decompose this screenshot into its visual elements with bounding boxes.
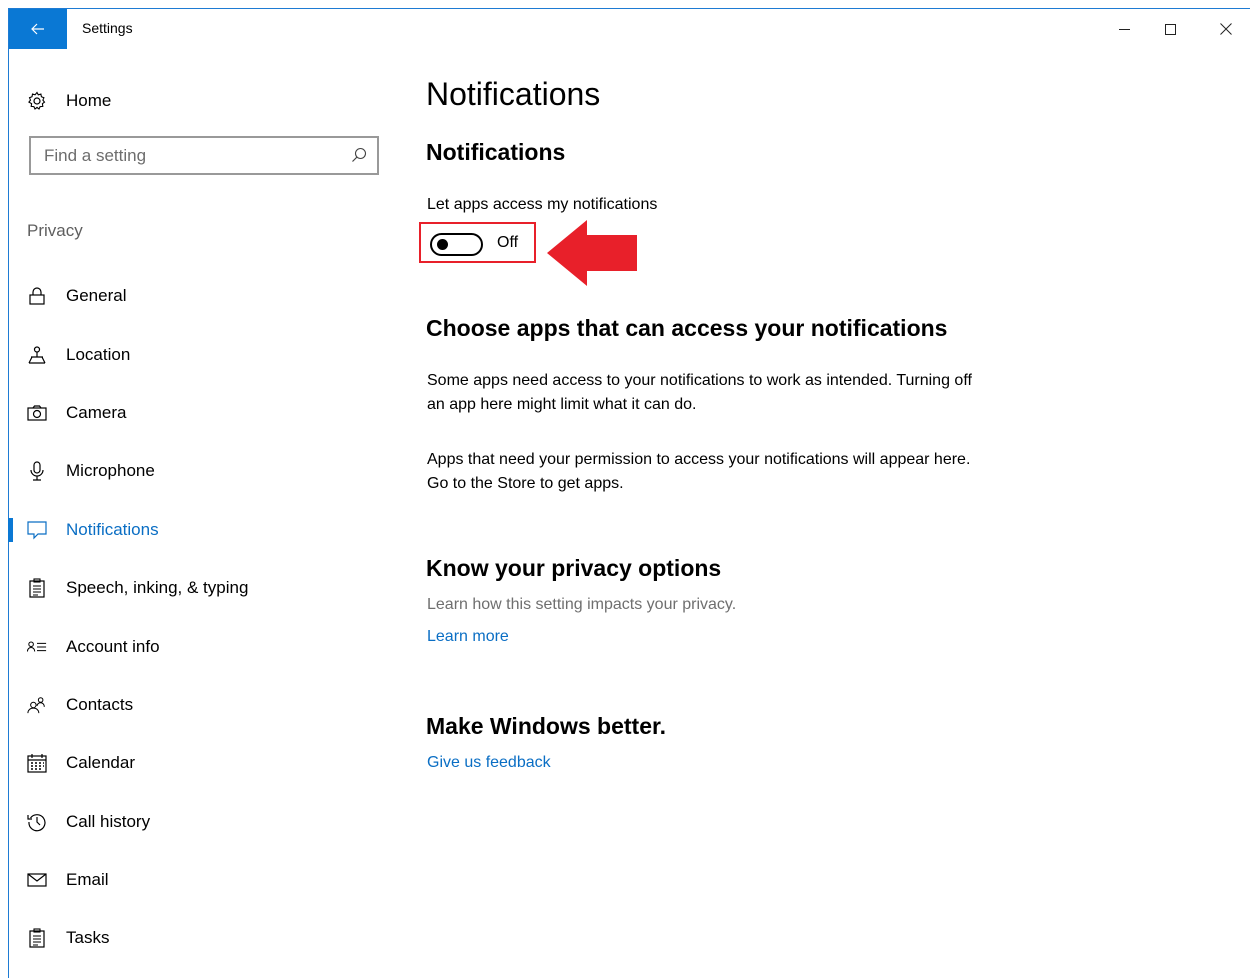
sidebar-item-label: Speech, inking, & typing	[66, 578, 249, 598]
sidebar-item-calendar[interactable]: Calendar	[9, 734, 409, 792]
sidebar-item-label: Microphone	[66, 461, 155, 481]
title-bar: Settings	[9, 9, 1250, 49]
camera-icon	[27, 403, 47, 423]
sidebar-item-tasks[interactable]: Tasks	[9, 909, 409, 967]
toggle-knob	[437, 239, 448, 250]
sidebar-item-camera[interactable]: Camera	[9, 384, 409, 442]
sidebar-item-general[interactable]: General	[9, 267, 409, 325]
sidebar-item-notifications[interactable]: Notifications	[8, 501, 409, 559]
close-button[interactable]	[1201, 9, 1250, 49]
privacy-nav-list: General Location Camera Microphone Notif…	[8, 267, 409, 968]
main-content: Notifications Notifications Let apps acc…	[409, 49, 1249, 978]
microphone-icon	[27, 461, 47, 481]
lock-icon	[27, 286, 47, 306]
speech-icon	[27, 578, 47, 598]
highlight-frame: Off	[419, 222, 536, 263]
sidebar-item-email[interactable]: Email	[9, 851, 409, 909]
settings-window: Settings Home Privacy	[8, 8, 1250, 978]
sidebar-item-microphone[interactable]: Microphone	[9, 442, 409, 500]
make-windows-better-heading: Make Windows better.	[426, 713, 667, 739]
back-arrow-icon	[31, 23, 44, 35]
gear-icon	[28, 91, 46, 110]
privacy-options-heading: Know your privacy options	[426, 555, 722, 581]
page-title: Notifications	[426, 76, 601, 112]
toggle-state-label: Off	[497, 234, 519, 251]
red-arrow-annotation	[547, 220, 637, 286]
give-feedback-link[interactable]: Give us feedback	[427, 754, 551, 772]
learn-more-link[interactable]: Learn more	[427, 628, 509, 646]
tasks-icon	[27, 928, 47, 949]
search-input[interactable]	[31, 138, 341, 173]
sidebar-item-account-info[interactable]: Account info	[9, 617, 409, 675]
notifications-access-label: Let apps access my notifications	[427, 196, 658, 213]
maximize-button[interactable]	[1145, 9, 1195, 49]
sidebar-item-label: Tasks	[66, 928, 110, 948]
sidebar-item-speech[interactable]: Speech, inking, & typing	[9, 559, 409, 617]
notification-icon	[27, 520, 47, 540]
account-info-icon	[27, 637, 47, 657]
sidebar-item-label: Calendar	[66, 753, 135, 773]
app-title: Settings	[82, 20, 133, 36]
sidebar-item-label: Camera	[66, 402, 127, 422]
choose-apps-heading: Choose apps that can access your notific…	[426, 315, 948, 341]
sidebar-item-label: Call history	[66, 811, 151, 831]
history-icon	[27, 812, 47, 832]
apps-permission-note: Apps that need your permission to access…	[427, 451, 971, 492]
maximize-icon	[1164, 23, 1176, 35]
home-nav-item[interactable]: Home	[27, 89, 111, 113]
sidebar-item-label: Location	[66, 344, 131, 364]
sidebar: Home Privacy General Location	[8, 49, 409, 978]
minimize-button[interactable]	[1099, 9, 1149, 49]
sidebar-item-label: General	[66, 286, 127, 306]
sidebar-item-label: Notifications	[66, 519, 159, 539]
sidebar-item-label: Account info	[66, 636, 160, 656]
notifications-access-toggle[interactable]	[430, 233, 483, 256]
sidebar-item-label: Email	[66, 870, 109, 890]
notifications-heading: Notifications	[426, 139, 566, 165]
search-box[interactable]	[29, 136, 379, 175]
back-button[interactable]	[9, 9, 67, 49]
sidebar-item-location[interactable]: Location	[9, 325, 409, 383]
choose-apps-description: Some apps need access to your notificati…	[427, 372, 972, 413]
sidebar-item-label: Contacts	[66, 694, 134, 714]
calendar-icon	[27, 753, 47, 773]
email-icon	[27, 870, 47, 890]
minimize-icon	[1118, 28, 1130, 30]
sidebar-item-call-history[interactable]: Call history	[9, 793, 409, 851]
home-label: Home	[66, 91, 112, 110]
search-icon[interactable]	[351, 147, 367, 163]
close-icon	[1220, 23, 1232, 35]
contacts-icon	[27, 695, 47, 715]
privacy-description: Learn how this setting impacts your priv…	[427, 596, 737, 613]
location-icon	[27, 345, 47, 365]
sidebar-item-contacts[interactable]: Contacts	[9, 676, 409, 734]
privacy-section-label: Privacy	[27, 221, 83, 240]
